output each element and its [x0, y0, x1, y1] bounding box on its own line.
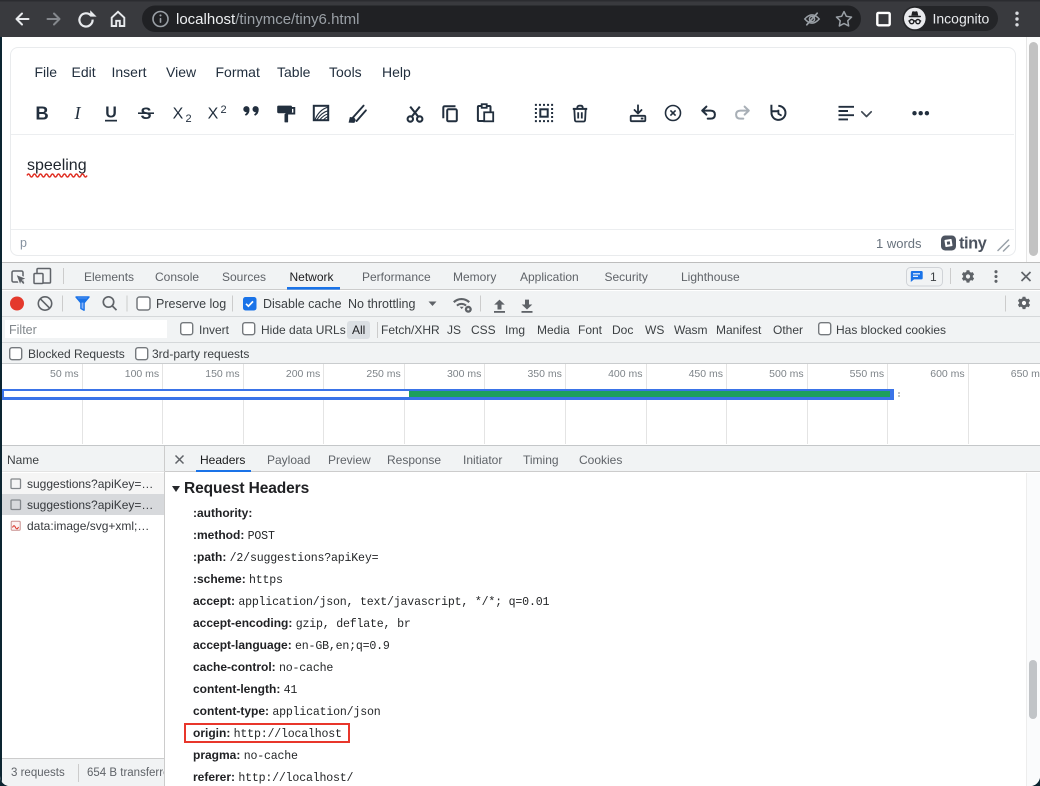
svg-text:2: 2 — [186, 113, 192, 125]
svg-text:localhost/tinymce/tiny6.html: localhost/tinymce/tiny6.html — [176, 11, 359, 28]
svg-text:U: U — [105, 104, 117, 121]
svg-text:X: X — [173, 105, 184, 122]
svg-text:Incognito: Incognito — [933, 11, 990, 27]
svg-text:2: 2 — [220, 104, 226, 116]
svg-text:X: X — [207, 105, 218, 122]
svg-text:I: I — [73, 103, 81, 123]
svg-text:tiny: tiny — [959, 235, 988, 252]
svg-text:B: B — [35, 102, 48, 123]
